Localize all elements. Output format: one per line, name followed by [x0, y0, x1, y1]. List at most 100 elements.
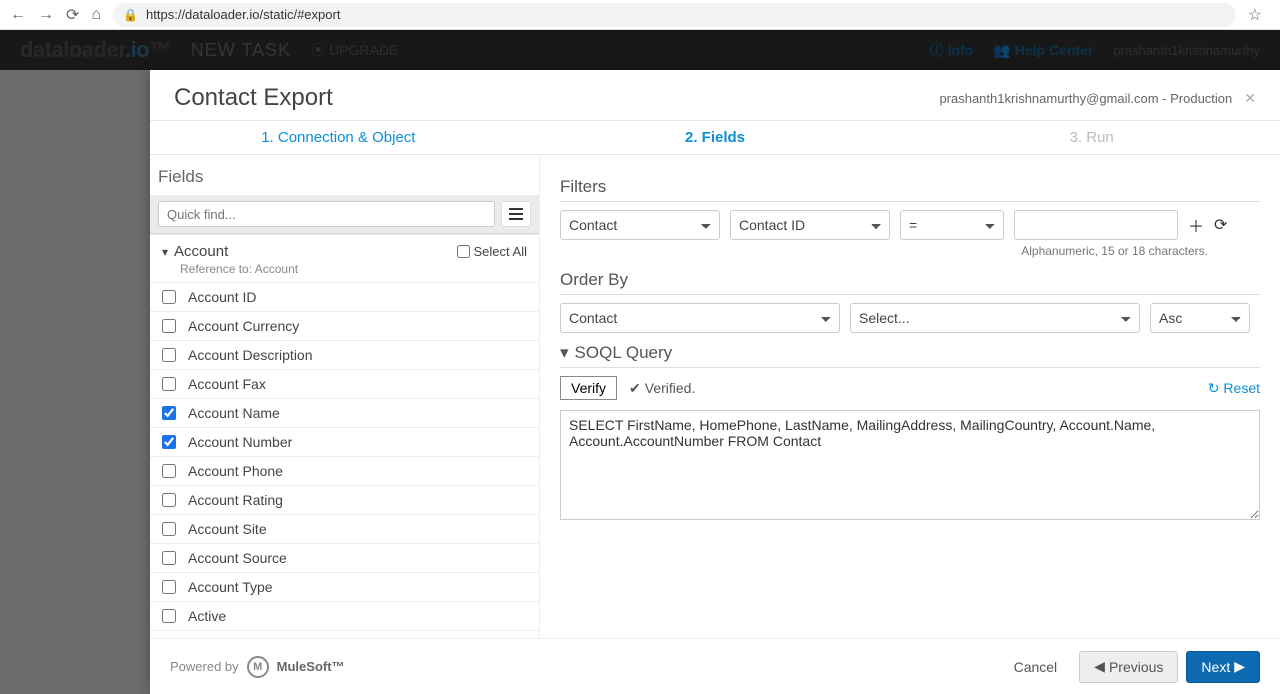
field-label: Account Site	[188, 521, 267, 537]
field-row[interactable]: Account Description	[150, 340, 539, 369]
modal-title: Contact Export	[174, 84, 333, 112]
step-fields[interactable]: 2. Fields	[527, 121, 904, 154]
field-row[interactable]: Account Phone	[150, 456, 539, 485]
reload-icon[interactable]: ⟳	[66, 5, 79, 25]
field-row[interactable]: Account Rating	[150, 485, 539, 514]
select-all[interactable]: Select All	[457, 244, 527, 259]
select-all-checkbox[interactable]	[457, 245, 470, 258]
filter-object-select[interactable]: Contact	[560, 210, 720, 240]
step-connection[interactable]: 1. Connection & Object	[150, 121, 527, 154]
reset-label: Reset	[1223, 380, 1260, 396]
field-label: Account Phone	[188, 463, 283, 479]
filter-value-input[interactable]	[1014, 210, 1178, 240]
field-checkbox[interactable]	[162, 319, 176, 333]
field-checkbox[interactable]	[162, 406, 176, 420]
mulesoft-label: MuleSoft™	[277, 659, 345, 674]
field-checkbox[interactable]	[162, 551, 176, 565]
powered-by: Powered by M MuleSoft™	[170, 656, 345, 678]
check-icon: ✔	[629, 380, 641, 397]
home-icon[interactable]: ⌂	[91, 6, 101, 24]
forward-icon[interactable]: →	[38, 6, 54, 24]
order-dir-select[interactable]: Asc	[1150, 303, 1250, 333]
caret-right-icon: ▶	[1234, 658, 1245, 675]
field-row[interactable]: Account Number	[150, 427, 539, 456]
field-checkbox[interactable]	[162, 435, 176, 449]
step-run[interactable]: 3. Run	[903, 121, 1280, 154]
previous-label: Previous	[1109, 659, 1163, 675]
previous-button[interactable]: ◀Previous	[1079, 651, 1178, 683]
star-icon[interactable]: ☆	[1248, 5, 1262, 25]
verified-text: Verified.	[645, 380, 696, 396]
right-panel: Filters Contact Contact ID = ＋ ⟳ Alphanu…	[540, 155, 1280, 638]
group-name: Account	[174, 243, 228, 260]
mulesoft-icon: M	[247, 656, 269, 678]
close-icon[interactable]: ✕	[1244, 90, 1256, 107]
chevron-down-icon: ▾	[162, 245, 168, 259]
field-checkbox[interactable]	[162, 377, 176, 391]
field-row[interactable]: Account Name	[150, 398, 539, 427]
next-label: Next	[1201, 659, 1230, 675]
cancel-button[interactable]: Cancel	[1000, 651, 1072, 683]
field-row[interactable]: Account Source	[150, 543, 539, 572]
field-label: Account Fax	[188, 376, 266, 392]
powered-label: Powered by	[170, 659, 239, 674]
reset-link[interactable]: ↻Reset	[1208, 380, 1260, 397]
group-reference: Reference to: Account	[150, 262, 539, 282]
verify-button[interactable]: Verify	[560, 376, 617, 400]
quick-find-input[interactable]	[158, 201, 495, 227]
browser-toolbar: ← → ⟳ ⌂ 🔒 https://dataloader.io/static/#…	[0, 0, 1280, 30]
orderby-title: Order By	[560, 270, 1260, 295]
wizard-steps: 1. Connection & Object 2. Fields 3. Run	[150, 120, 1280, 155]
field-label: Account Description	[188, 347, 313, 363]
field-checkbox[interactable]	[162, 464, 176, 478]
field-checkbox[interactable]	[162, 493, 176, 507]
chevron-down-icon: ▾	[560, 343, 569, 363]
fields-panel: Fields ▾ Account Select All Reference to…	[150, 155, 540, 638]
caret-left-icon: ◀	[1094, 658, 1105, 675]
field-row[interactable]: Account ID	[150, 282, 539, 311]
filter-field-select[interactable]: Contact ID	[730, 210, 890, 240]
field-label: Account Name	[188, 405, 280, 421]
field-checkbox[interactable]	[162, 348, 176, 362]
url-text: https://dataloader.io/static/#export	[146, 7, 340, 22]
environment-label: prashanth1krishnamurthy@gmail.com - Prod…	[939, 91, 1232, 106]
url-bar[interactable]: 🔒 https://dataloader.io/static/#export	[113, 3, 1236, 27]
verified-label: ✔Verified.	[629, 380, 695, 397]
field-label: Account Source	[188, 550, 287, 566]
field-row[interactable]: Account Site	[150, 514, 539, 543]
field-label: Account Currency	[188, 318, 299, 334]
field-row[interactable]: Account Currency	[150, 311, 539, 340]
select-all-label: Select All	[474, 244, 527, 259]
next-button[interactable]: Next▶	[1186, 651, 1260, 683]
fields-list[interactable]: ▾ Account Select All Reference to: Accou…	[150, 234, 539, 638]
field-row[interactable]: Account Fax	[150, 369, 539, 398]
field-label: Active	[188, 608, 226, 624]
back-icon[interactable]: ←	[10, 6, 26, 24]
field-checkbox[interactable]	[162, 580, 176, 594]
lock-icon: 🔒	[123, 8, 138, 22]
field-label: Account ID	[188, 289, 256, 305]
orderby-row: Contact Select... Asc	[560, 303, 1260, 333]
refresh-filter-icon[interactable]: ⟳	[1214, 215, 1227, 235]
field-row[interactable]: Active	[150, 601, 539, 630]
add-filter-icon[interactable]: ＋	[1188, 213, 1204, 237]
field-checkbox[interactable]	[162, 290, 176, 304]
fields-menu-button[interactable]	[501, 201, 531, 227]
field-row[interactable]: Account Type	[150, 572, 539, 601]
field-checkbox[interactable]	[162, 609, 176, 623]
group-header-account[interactable]: ▾ Account Select All	[150, 235, 539, 262]
order-object-select[interactable]: Contact	[560, 303, 840, 333]
field-label: Account Rating	[188, 492, 283, 508]
filter-op-select[interactable]: =	[900, 210, 1004, 240]
filter-hint: Alphanumeric, 15 or 18 characters.	[560, 244, 1208, 258]
soql-title-label: SOQL Query	[575, 343, 673, 363]
soql-textarea[interactable]: SELECT FirstName, HomePhone, LastName, M…	[560, 410, 1260, 520]
field-label: Account Type	[188, 579, 273, 595]
order-field-select[interactable]: Select...	[850, 303, 1140, 333]
soql-title[interactable]: ▾ SOQL Query	[560, 343, 1260, 368]
fields-search-bar	[150, 195, 539, 234]
field-checkbox[interactable]	[162, 522, 176, 536]
reset-icon: ↻	[1208, 380, 1220, 397]
fields-title: Fields	[150, 155, 539, 195]
field-row[interactable]: Annual Revenue	[150, 630, 539, 638]
